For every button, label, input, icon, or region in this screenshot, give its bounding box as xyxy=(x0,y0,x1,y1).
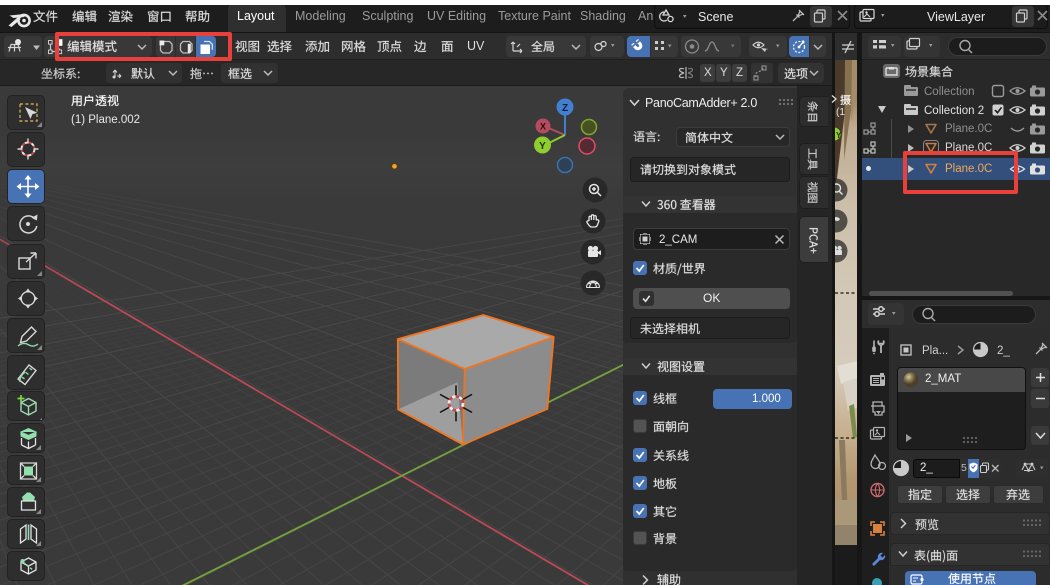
svg-text:Y: Y xyxy=(836,131,842,140)
svg-text:X: X xyxy=(540,122,546,132)
svg-text:Y: Y xyxy=(539,141,546,152)
svg-text:Z: Z xyxy=(562,103,568,114)
